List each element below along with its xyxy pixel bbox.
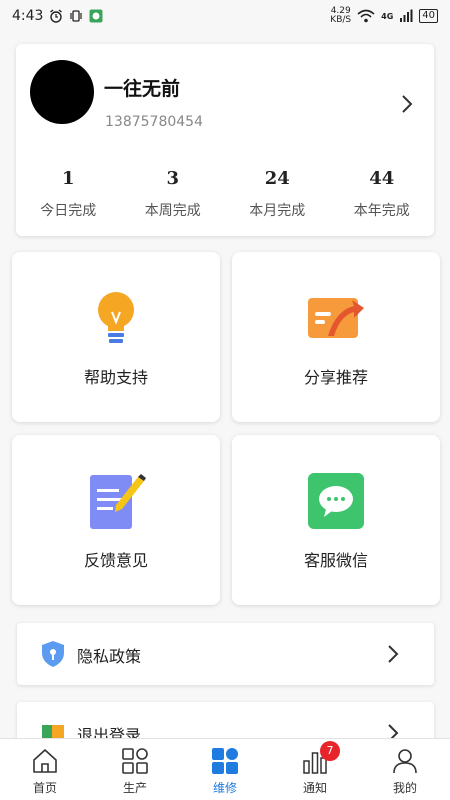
vibrate-icon: [70, 10, 83, 22]
tab-mine[interactable]: 我的: [360, 739, 450, 800]
avatar[interactable]: [30, 60, 94, 124]
tile-label: 反馈意见: [83, 551, 148, 570]
alarm-icon: [50, 9, 63, 23]
status-time: 4:43: [12, 8, 44, 24]
stat-value: 24: [264, 168, 290, 189]
main-content: 一往无前 13875780454 1 今日完成 3 本周完成 24 本月完成 4…: [0, 32, 450, 738]
stat-year: 44 本年完成: [330, 168, 435, 220]
net-speed-unit: KB/S: [330, 15, 352, 25]
tab-label: 通知: [302, 781, 327, 795]
privacy-policy-row[interactable]: 隐私政策: [17, 623, 434, 685]
status-bar: 4:43 4.29 KB/S 4G 40: [0, 0, 450, 32]
bottom-tab-bar: 首页 生产 维修 7 通知 我的: [0, 738, 450, 800]
stat-today: 1 今日完成: [16, 168, 121, 220]
notification-badge: 7: [320, 741, 340, 761]
stat-month: 24 本月完成: [225, 168, 330, 220]
lightbulb-icon: [98, 292, 134, 343]
wifi-icon: [357, 9, 375, 23]
wechat-icon: [308, 473, 364, 529]
tab-label: 生产: [122, 781, 147, 795]
share-recommend-tile[interactable]: 分享推荐: [232, 252, 440, 422]
feedback-icon: [90, 474, 146, 529]
signal-icon: [400, 9, 413, 22]
tile-label: 客服微信: [303, 551, 368, 570]
stat-label: 本周完成: [144, 203, 201, 219]
person-icon: [393, 749, 417, 774]
battery-indicator: 40: [419, 9, 438, 23]
logout-icon: [42, 725, 64, 738]
repair-grid-icon: [212, 748, 238, 774]
stats-row: 1 今日完成 3 本周完成 24 本月完成 44 本年完成: [16, 168, 434, 220]
home-icon: [33, 749, 57, 773]
help-support-tile[interactable]: 帮助支持: [12, 252, 220, 422]
chevron-right-icon[interactable]: [399, 94, 415, 114]
stat-value: 1: [61, 168, 75, 189]
tab-label: 首页: [32, 781, 57, 795]
tab-notifications[interactable]: 7 通知: [270, 739, 360, 800]
stat-label: 今日完成: [40, 203, 97, 219]
user-name: 一往无前: [104, 78, 181, 100]
profile-card[interactable]: 一往无前 13875780454 1 今日完成 3 本周完成 24 本月完成 4…: [16, 44, 434, 236]
user-phone: 13875780454: [105, 114, 203, 130]
stat-week: 3 本周完成: [121, 168, 226, 220]
tile-label: 帮助支持: [83, 368, 148, 387]
grid-icon: [122, 748, 148, 774]
app-notification-icon: [89, 9, 103, 23]
stat-value: 44: [369, 168, 395, 189]
net-speed: 4.29 KB/S: [330, 7, 351, 25]
tab-home[interactable]: 首页: [0, 739, 90, 800]
share-icon: [308, 298, 364, 338]
stat-label: 本年完成: [353, 203, 410, 219]
wechat-service-tile[interactable]: 客服微信: [232, 435, 440, 605]
stat-label: 本月完成: [249, 203, 306, 219]
status-left: 4:43: [12, 8, 103, 24]
tile-label: 分享推荐: [303, 368, 368, 387]
tab-label: 我的: [392, 781, 417, 795]
row-label: 隐私政策: [77, 647, 142, 666]
row-label: 退出登录: [77, 726, 142, 738]
chevron-right-icon: [388, 724, 399, 738]
tab-production[interactable]: 生产: [90, 739, 180, 800]
status-right: 4.29 KB/S 4G 40: [330, 7, 438, 25]
network-type: 4G: [381, 11, 394, 21]
tab-repair[interactable]: 维修: [180, 739, 270, 800]
logout-row[interactable]: 退出登录: [17, 702, 434, 738]
tab-label: 维修: [212, 781, 237, 795]
stat-value: 3: [166, 168, 180, 189]
feedback-tile[interactable]: 反馈意见: [12, 435, 220, 605]
shield-icon: [42, 641, 64, 667]
chevron-right-icon: [388, 645, 399, 663]
